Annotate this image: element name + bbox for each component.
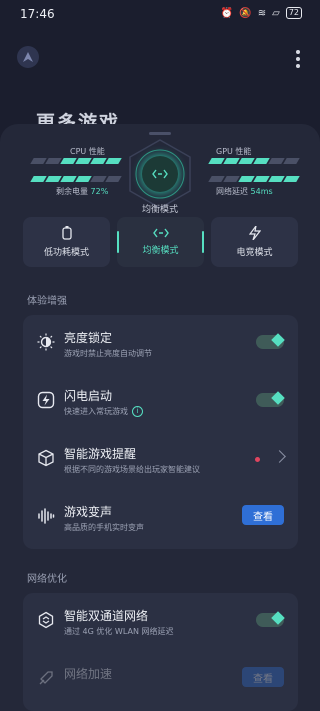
- mode-balanced[interactable]: 均衡模式: [117, 217, 204, 267]
- app-logo-icon[interactable]: [17, 46, 39, 68]
- cpu-bars-bottom: [30, 176, 122, 182]
- sound-wave-icon: [38, 508, 55, 524]
- network-latency: 网络延迟 54ms: [216, 187, 273, 196]
- mute-icon: 🔕: [239, 7, 252, 19]
- network-hexagon-icon: [38, 611, 54, 629]
- lightning-icon: [37, 391, 55, 409]
- balance-icon: [142, 156, 178, 192]
- mode-selector: 低功耗模式 均衡模式 电竞模式: [23, 217, 298, 267]
- gpu-label: GPU 性能: [216, 147, 252, 156]
- cpu-bars-top: [30, 158, 122, 164]
- dual-channel-toggle[interactable]: [256, 611, 285, 627]
- alarm-icon: ⏰: [220, 7, 234, 19]
- chevron-right-icon: [273, 450, 286, 463]
- status-bar: 17:46 ⏰ 🔕 ≋ ▱ 72: [0, 0, 320, 30]
- info-icon[interactable]: i: [132, 406, 143, 417]
- section-title-experience: 体验增强: [27, 296, 67, 307]
- performance-monitor: CPU 性能 剩余电量 72% GPU 性能 网络延迟 54ms 均衡模式: [0, 124, 320, 215]
- list-item-quick-launch[interactable]: 闪电启动 快速进入常玩游戏 i: [23, 373, 298, 429]
- gpu-bars-top: [208, 158, 300, 164]
- game-assistant-panel: CPU 性能 剩余电量 72% GPU 性能 网络延迟 54ms 均衡模式 低功…: [0, 124, 320, 711]
- more-options-icon[interactable]: [296, 50, 300, 68]
- current-mode-label: 均衡模式: [141, 205, 178, 215]
- status-time: 17:46: [20, 7, 55, 21]
- list-item-smart-reminder[interactable]: 智能游戏提醒 根据不同的游戏场景给出玩家智能建议: [23, 431, 298, 487]
- mode-gauge[interactable]: [124, 138, 196, 210]
- section-title-network: 网络优化: [27, 574, 67, 585]
- brightness-icon: [37, 333, 55, 351]
- notification-dot: [255, 457, 260, 462]
- voice-changer-view-button[interactable]: 查看: [242, 505, 284, 525]
- rocket-icon: [39, 671, 53, 685]
- mode-esports[interactable]: 电竞模式: [211, 217, 298, 267]
- wifi-icon: ≋: [257, 7, 267, 19]
- sim-icon: ▱: [272, 7, 280, 19]
- list-item-network-accel[interactable]: 网络加速 查看: [23, 651, 298, 707]
- brightness-lock-toggle[interactable]: [256, 333, 285, 349]
- network-card: 智能双通道网络 通过 4G 优化 WLAN 网络延迟 网络加速 查看: [23, 593, 298, 711]
- quick-launch-subtitle: 快速进入常玩游戏 i: [64, 406, 143, 417]
- list-item-dual-channel[interactable]: 智能双通道网络 通过 4G 优化 WLAN 网络延迟: [23, 593, 298, 649]
- battery-indicator: 72: [285, 7, 302, 19]
- list-item-voice-changer[interactable]: 游戏变声 高品质的手机实时变声 查看: [23, 489, 298, 545]
- balance-icon: [152, 228, 169, 238]
- quick-launch-toggle[interactable]: [256, 391, 285, 407]
- mode-low-power[interactable]: 低功耗模式: [23, 217, 110, 267]
- battery-icon: [61, 226, 72, 240]
- cpu-label: CPU 性能: [70, 147, 105, 156]
- experience-card: 亮度锁定 游戏时禁止亮度自动调节 闪电启动 快速进入常玩游戏 i 智能游戏提醒 根…: [23, 315, 298, 549]
- status-icons: ⏰ 🔕 ≋ ▱ 72: [221, 7, 302, 19]
- cube-icon: [38, 449, 54, 467]
- gpu-bars-bottom: [208, 176, 300, 182]
- battery-remaining: 剩余电量 72%: [56, 187, 109, 196]
- list-item-brightness-lock[interactable]: 亮度锁定 游戏时禁止亮度自动调节: [23, 315, 298, 371]
- lightning-icon: [248, 226, 261, 240]
- network-accel-view-button[interactable]: 查看: [242, 667, 284, 687]
